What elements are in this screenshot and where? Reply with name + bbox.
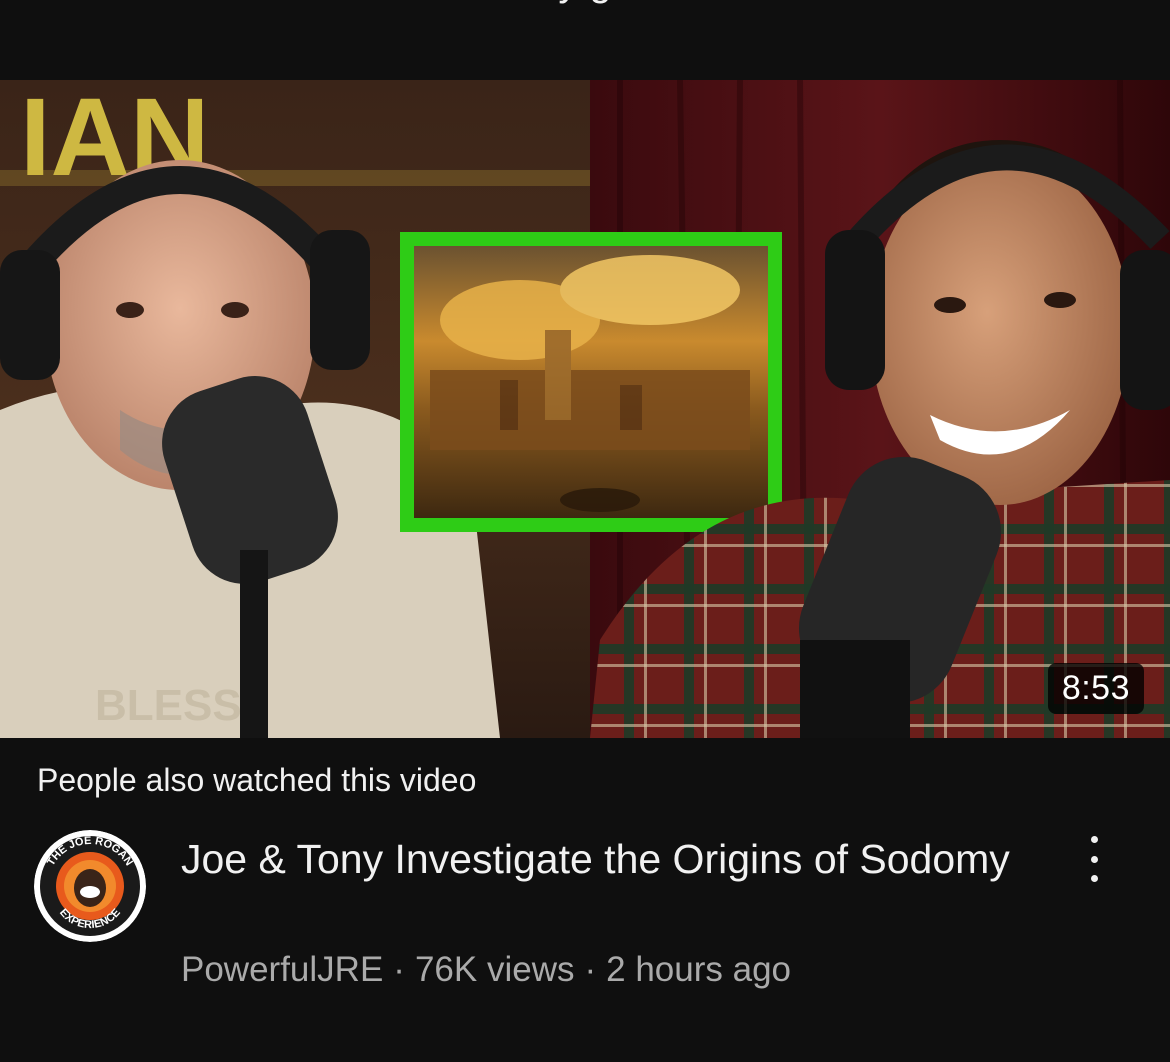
vertical-ellipsis-icon: [1090, 875, 1098, 882]
vertical-ellipsis-icon: [1090, 855, 1098, 863]
view-count: 76K views: [414, 950, 575, 989]
video-meta-row[interactable]: THE JOE ROGAN EXPERIENCE Joe & Tony Inve…: [0, 830, 1170, 1000]
thumbnail-image: IAN BLESS: [0, 80, 1170, 738]
page: y g: [0, 0, 1170, 1062]
top-strip-partial-text: y g: [558, 0, 611, 5]
shirt-text: BLESS: [95, 681, 242, 730]
video-title[interactable]: Joe & Tony Investigate the Origins of So…: [181, 834, 1031, 884]
video-thumbnail[interactable]: IAN BLESS 8:53: [0, 80, 1170, 738]
channel-name[interactable]: PowerfulJRE: [181, 950, 383, 989]
section-label: People also watched this video: [37, 762, 477, 798]
channel-avatar[interactable]: THE JOE ROGAN EXPERIENCE: [34, 830, 146, 942]
top-strip: y g: [0, 0, 1170, 80]
separator-dot: ·: [393, 950, 405, 989]
separator-dot: ·: [584, 950, 597, 989]
vertical-ellipsis-icon: [1090, 836, 1098, 843]
duration-badge: 8:53: [1047, 663, 1144, 714]
more-options-button[interactable]: [1080, 836, 1108, 882]
jre-logo-icon: THE JOE ROGAN EXPERIENCE: [34, 830, 146, 942]
video-metadata: PowerfulJRE · 76K views · 2 hours ago: [181, 950, 791, 990]
upload-age: 2 hours ago: [606, 950, 792, 989]
